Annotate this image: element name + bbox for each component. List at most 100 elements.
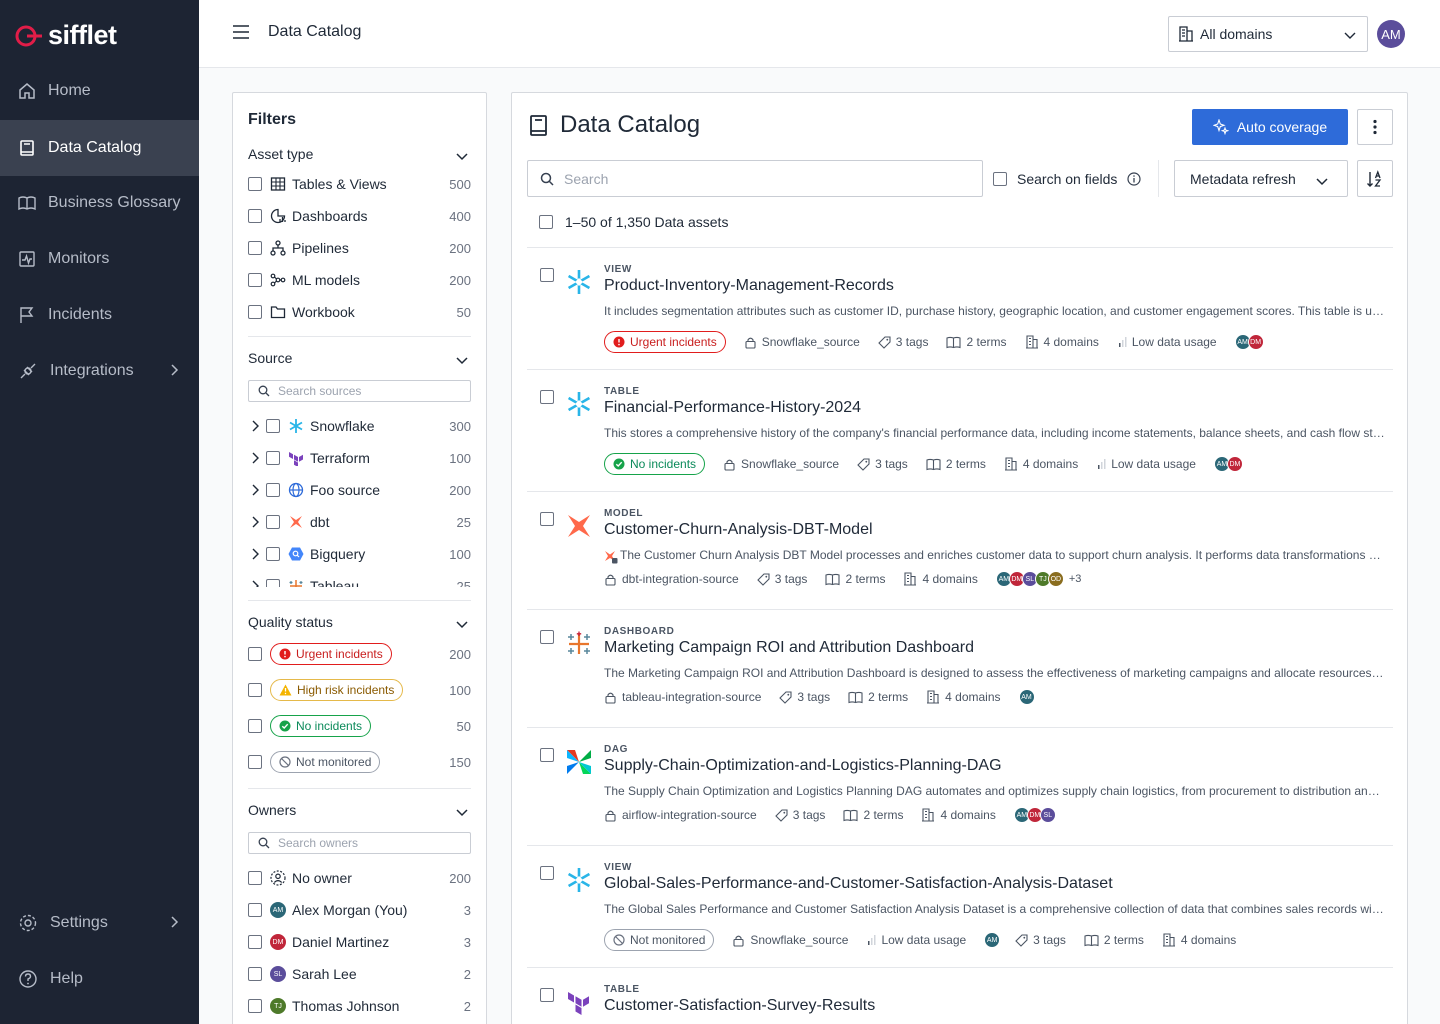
filter-quality-high-risk[interactable]: High risk incidents 100 — [248, 679, 471, 701]
asset-terms[interactable]: 2 terms — [926, 457, 986, 471]
sidebar-item-monitors[interactable]: Monitors — [0, 231, 199, 287]
asset-terms[interactable]: 2 terms — [1084, 933, 1144, 947]
user-avatar[interactable]: AM — [1377, 20, 1405, 48]
metadata-refresh-dropdown[interactable]: Metadata refresh — [1174, 160, 1348, 197]
owner-avatars[interactable]: AM DM SL TJ OD +3 — [995, 571, 1081, 587]
owner-avatars[interactable]: AM DM — [1234, 334, 1264, 350]
checkbox[interactable] — [266, 515, 280, 529]
filter-quality-no-incidents[interactable]: No incidents 50 — [248, 715, 471, 737]
owners-section-header[interactable]: Owners — [248, 802, 471, 818]
checkbox[interactable] — [248, 177, 262, 191]
asset-name[interactable]: Customer-Satisfaction-Survey-Results — [604, 997, 875, 1015]
asset-row[interactable]: VIEW Global-Sales-Performance-and-Custom… — [527, 862, 1393, 966]
checkbox[interactable] — [248, 683, 262, 697]
asset-checkbox[interactable] — [540, 988, 554, 1002]
checkbox[interactable] — [248, 999, 262, 1013]
owner-avatars[interactable]: AM — [984, 932, 1001, 948]
chevron-right-icon[interactable] — [248, 579, 262, 587]
filter-source-foo[interactable]: Foo source 200 — [248, 480, 471, 500]
filter-asset-dashboards[interactable]: Dashboards 400 — [248, 206, 471, 226]
asset-checkbox[interactable] — [540, 268, 554, 282]
info-icon[interactable] — [1127, 172, 1142, 186]
filter-asset-ml-models[interactable]: ML models 200 — [248, 270, 471, 290]
asset-name[interactable]: Global-Sales-Performance-and-Customer-Sa… — [604, 875, 1113, 893]
checkbox[interactable] — [266, 547, 280, 561]
checkbox[interactable] — [266, 451, 280, 465]
asset-domains[interactable]: 4 domains — [1162, 933, 1236, 947]
filter-quality-urgent[interactable]: Urgent incidents 200 — [248, 643, 471, 665]
asset-terms[interactable]: 2 terms — [825, 572, 885, 586]
checkbox[interactable] — [248, 903, 262, 917]
catalog-search[interactable] — [527, 160, 983, 197]
sidebar-item-business-glossary[interactable]: Business Glossary — [0, 175, 199, 231]
checkbox[interactable] — [248, 241, 262, 255]
asset-checkbox[interactable] — [540, 512, 554, 526]
owner-avatars[interactable]: AM DM — [1213, 456, 1243, 472]
filter-source-tableau[interactable]: Tableau 25 — [248, 576, 471, 587]
asset-row[interactable]: VIEW Product-Inventory-Management-Record… — [527, 264, 1393, 368]
filter-asset-workbook[interactable]: Workbook 50 — [248, 302, 471, 322]
asset-name[interactable]: Marketing Campaign ROI and Attribution D… — [604, 639, 974, 657]
select-all-checkbox[interactable] — [539, 215, 553, 229]
asset-name[interactable]: Supply-Chain-Optimization-and-Logistics-… — [604, 757, 1002, 775]
asset-terms[interactable]: 2 terms — [843, 808, 903, 822]
checkbox[interactable] — [248, 305, 262, 319]
asset-tags[interactable]: 3 tags — [779, 690, 830, 704]
owner-avatars[interactable]: AM DM SL — [1013, 807, 1056, 823]
checkbox[interactable] — [248, 871, 262, 885]
asset-type-section-header[interactable]: Asset type — [248, 146, 471, 162]
sidebar-item-integrations[interactable]: Integrations — [0, 343, 199, 399]
asset-row[interactable]: DAG Supply-Chain-Optimization-and-Logist… — [527, 744, 1393, 844]
sidebar-item-data-catalog[interactable]: Data Catalog — [0, 120, 199, 176]
asset-terms[interactable]: 2 terms — [848, 690, 908, 704]
checkbox[interactable] — [248, 209, 262, 223]
asset-checkbox[interactable] — [540, 630, 554, 644]
asset-row[interactable]: TABLE Financial-Performance-History-2024… — [527, 386, 1393, 490]
asset-terms[interactable]: 2 terms — [946, 335, 1007, 349]
asset-domains[interactable]: 4 domains — [921, 808, 996, 822]
asset-checkbox[interactable] — [540, 866, 554, 880]
search-on-fields-toggle[interactable]: Search on fields — [993, 171, 1142, 187]
filter-source-terraform[interactable]: Terraform 100 — [248, 448, 471, 468]
catalog-search-input[interactable] — [564, 170, 964, 187]
asset-domains[interactable]: 4 domains — [1004, 457, 1078, 471]
sort-button[interactable] — [1357, 160, 1393, 197]
filter-asset-tables-views[interactable]: Tables & Views 500 — [248, 174, 471, 194]
filter-asset-pipelines[interactable]: Pipelines 200 — [248, 238, 471, 258]
filter-owner-sarah-lee[interactable]: SL Sarah Lee 2 — [248, 964, 471, 984]
owner-avatars[interactable]: AM — [1018, 689, 1035, 705]
checkbox[interactable] — [993, 172, 1007, 186]
asset-tags[interactable]: 3 tags — [857, 457, 908, 471]
chevron-right-icon[interactable] — [248, 515, 262, 529]
asset-row[interactable]: DASHBOARD Marketing Campaign ROI and Att… — [527, 626, 1393, 726]
filter-source-bigquery[interactable]: Bigquery 100 — [248, 544, 471, 564]
filter-owner-none[interactable]: No owner 200 — [248, 868, 471, 888]
checkbox[interactable] — [266, 419, 280, 433]
asset-tags[interactable]: 3 tags — [774, 808, 825, 822]
quality-status-section-header[interactable]: Quality status — [248, 614, 471, 630]
sidebar-item-home[interactable]: Home — [0, 63, 199, 119]
source-search[interactable] — [248, 380, 471, 402]
checkbox[interactable] — [248, 719, 262, 733]
checkbox[interactable] — [248, 935, 262, 949]
filter-owner-thomas-johnson[interactable]: TJ Thomas Johnson 2 — [248, 996, 471, 1016]
asset-domains[interactable]: 4 domains — [1025, 335, 1099, 349]
source-list[interactable]: Snowflake 300 Terraform 100 Foo source 2… — [233, 411, 486, 587]
domain-select[interactable]: All domains — [1168, 16, 1368, 52]
checkbox[interactable] — [248, 755, 262, 769]
checkbox[interactable] — [266, 579, 280, 587]
asset-name[interactable]: Product-Inventory-Management-Records — [604, 277, 894, 295]
checkbox[interactable] — [248, 273, 262, 287]
asset-name[interactable]: Financial-Performance-History-2024 — [604, 399, 861, 417]
more-options-button[interactable] — [1357, 109, 1393, 145]
asset-tags[interactable]: 3 tags — [878, 335, 928, 349]
source-section-header[interactable]: Source — [248, 350, 471, 366]
filter-source-dbt[interactable]: dbt 25 — [248, 512, 471, 532]
checkbox[interactable] — [248, 967, 262, 981]
filter-quality-not-monitored[interactable]: Not monitored 150 — [248, 751, 471, 773]
asset-domains[interactable]: 4 domains — [926, 690, 1001, 704]
sidebar-item-help[interactable]: Help — [0, 951, 199, 1007]
owners-search-input[interactable] — [278, 836, 458, 850]
asset-checkbox[interactable] — [540, 748, 554, 762]
asset-name[interactable]: Customer-Churn-Analysis-DBT-Model — [604, 521, 873, 539]
